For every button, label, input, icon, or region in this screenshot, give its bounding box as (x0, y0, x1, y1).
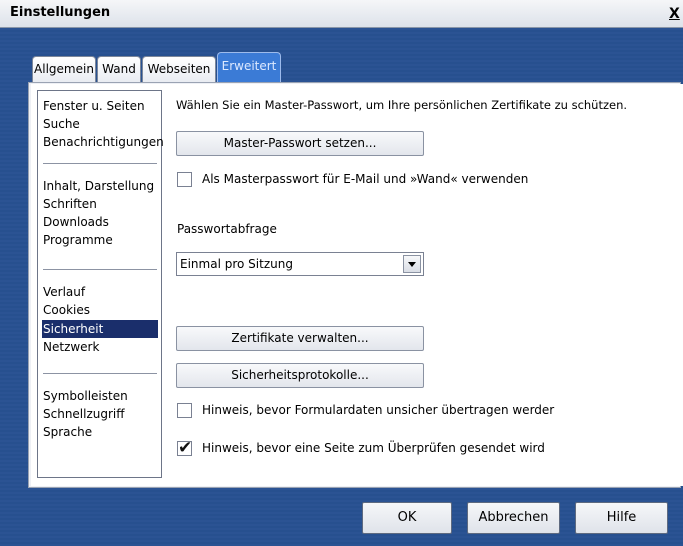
sidebar-item-symbolleisten[interactable]: Symbolleisten (43, 387, 128, 405)
tab-erweitert[interactable]: Erweitert (217, 52, 281, 82)
sidebar-item-inhalt-darstellung[interactable]: Inhalt, Darstellung (43, 177, 154, 195)
warn-page-check-checkbox[interactable]: ✔ (177, 438, 193, 458)
sidebar-item-cookies[interactable]: Cookies (43, 301, 90, 319)
tab-webseiten[interactable]: Webseiten (142, 56, 216, 82)
sidebar-item-schnellzugriff[interactable]: Schnellzugriff (43, 405, 125, 423)
help-button[interactable]: Hilfe (575, 502, 668, 534)
sidebar-separator (43, 163, 157, 165)
sidebar-separator (43, 373, 157, 375)
tab-wand[interactable]: Wand (97, 56, 141, 82)
cancel-button[interactable]: Abbrechen (467, 502, 560, 534)
sidebar-item-downloads[interactable]: Downloads (43, 213, 109, 231)
manage-certificates-button[interactable]: Zertifikate verwalten... (176, 326, 424, 351)
title-bar: Einstellungen X (0, 0, 683, 28)
ok-button[interactable]: OK (362, 502, 452, 534)
warn-page-check-label: Hinweis, bevor eine Seite zum Überprüfen… (202, 441, 545, 455)
category-list: Fenster u. Seiten Suche Benachrichtigung… (37, 90, 164, 478)
close-button[interactable]: X (669, 6, 683, 22)
warn-insecure-form-checkbox[interactable] (177, 403, 192, 418)
tab-label: Wand (102, 62, 136, 76)
checkmark-icon: ✔ (178, 438, 193, 458)
use-master-password-checkbox[interactable] (177, 172, 192, 187)
sidebar-item-sicherheit[interactable]: Sicherheit (42, 320, 158, 338)
set-master-password-button[interactable]: Master-Passwort setzen... (176, 131, 424, 156)
chevron-down-icon[interactable] (403, 255, 421, 273)
master-password-intro: Wählen Sie ein Master-Passwort, um Ihre … (176, 98, 628, 112)
password-prompt-select[interactable]: Einmal pro Sitzung (176, 252, 424, 276)
sidebar-item-benachrichtigungen[interactable]: Benachrichtigungen (43, 133, 164, 151)
tab-allgemein[interactable]: Allgemein (32, 56, 96, 82)
sidebar-item-netzwerk[interactable]: Netzwerk (43, 338, 99, 356)
preferences-window: Einstellungen X Allgemein Wand Webseiten… (0, 0, 683, 546)
use-master-password-label: Als Masterpasswort für E-Mail und »Wand«… (202, 172, 529, 186)
select-value: Einmal pro Sitzung (180, 257, 293, 271)
sidebar-item-schriften[interactable]: Schriften (43, 195, 97, 213)
sidebar-item-fenster-seiten[interactable]: Fenster u. Seiten (43, 97, 145, 115)
tab-label: Allgemein (34, 62, 94, 76)
window-title: Einstellungen (10, 5, 111, 20)
password-prompt-label: Passwortabfrage (177, 222, 277, 236)
tab-label: Webseiten (147, 62, 211, 76)
sidebar-item-sprache[interactable]: Sprache (43, 423, 92, 441)
sidebar-item-programme[interactable]: Programme (43, 231, 113, 249)
sidebar-separator (43, 269, 157, 271)
sidebar-item-verlauf[interactable]: Verlauf (43, 283, 85, 301)
security-protocols-button[interactable]: Sicherheitsprotokolle... (176, 363, 424, 388)
warn-insecure-form-label: Hinweis, bevor Formulardaten unsicher üb… (202, 403, 555, 417)
sidebar-item-suche[interactable]: Suche (43, 115, 80, 133)
tab-label: Erweitert (221, 59, 277, 73)
